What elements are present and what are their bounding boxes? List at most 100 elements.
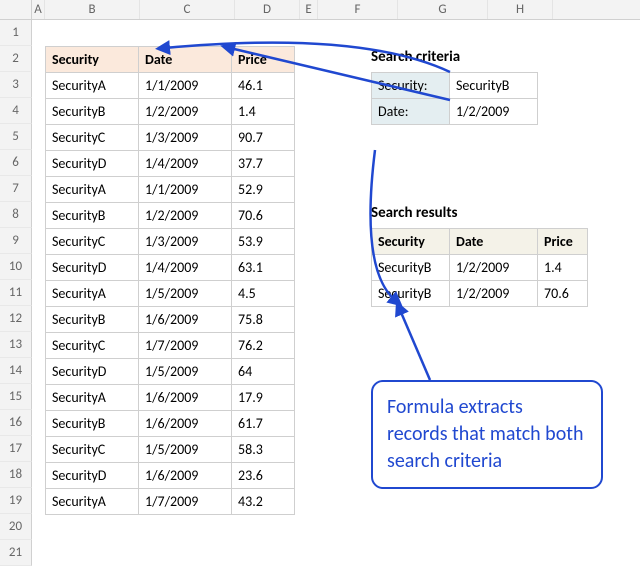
- cell-price[interactable]: 70.6: [232, 203, 295, 229]
- cell-security[interactable]: SecurityA: [46, 73, 139, 99]
- cell-security[interactable]: SecurityC: [46, 333, 139, 359]
- cell-price[interactable]: 37.7: [232, 151, 295, 177]
- cell-security[interactable]: SecurityB: [372, 281, 450, 307]
- cell-price[interactable]: 63.1: [232, 255, 295, 281]
- row-header-12[interactable]: 12: [0, 306, 32, 332]
- results-header-price[interactable]: Price: [538, 229, 588, 255]
- cell-date[interactable]: 1/7/2009: [139, 489, 232, 515]
- table-row: SecurityD1/5/200964: [46, 359, 295, 385]
- row-header-11[interactable]: 11: [0, 280, 32, 306]
- table-row: SecurityB1/6/200961.7: [46, 411, 295, 437]
- cell-security[interactable]: SecurityC: [46, 125, 139, 151]
- row-header-14[interactable]: 14: [0, 358, 32, 384]
- row-header-18[interactable]: 18: [0, 462, 32, 488]
- cell-security[interactable]: SecurityC: [46, 437, 139, 463]
- cell-price[interactable]: 58.3: [232, 437, 295, 463]
- cell-security[interactable]: SecurityA: [46, 281, 139, 307]
- row-header-1[interactable]: 1: [0, 20, 32, 46]
- criteria-security-value[interactable]: SecurityB: [450, 73, 538, 99]
- cell-security[interactable]: SecurityC: [46, 229, 139, 255]
- cell-security[interactable]: SecurityB: [46, 99, 139, 125]
- cell-date[interactable]: 1/5/2009: [139, 437, 232, 463]
- table-row: SecurityD1/4/200937.7: [46, 151, 295, 177]
- row-header-5[interactable]: 5: [0, 124, 32, 150]
- cell-date[interactable]: 1/4/2009: [139, 151, 232, 177]
- cell-date[interactable]: 1/7/2009: [139, 333, 232, 359]
- cell-date[interactable]: 1/6/2009: [139, 463, 232, 489]
- row-header-17[interactable]: 17: [0, 436, 32, 462]
- col-header-H[interactable]: H: [488, 0, 553, 19]
- select-all-corner[interactable]: [0, 0, 32, 19]
- cell-price[interactable]: 64: [232, 359, 295, 385]
- cell-security[interactable]: SecurityD: [46, 255, 139, 281]
- results-header-security[interactable]: Security: [372, 229, 450, 255]
- main-header-security[interactable]: Security: [46, 47, 139, 73]
- cell-date[interactable]: 1/3/2009: [139, 125, 232, 151]
- row-header-15[interactable]: 15: [0, 384, 32, 410]
- cell-price[interactable]: 76.2: [232, 333, 295, 359]
- cell-security[interactable]: SecurityA: [46, 489, 139, 515]
- cell-date[interactable]: 1/2/2009: [139, 99, 232, 125]
- cell-date[interactable]: 1/6/2009: [139, 411, 232, 437]
- row-header-10[interactable]: 10: [0, 254, 32, 280]
- table-row: SecurityA1/1/200946.1: [46, 73, 295, 99]
- cell-price[interactable]: 1.4: [232, 99, 295, 125]
- criteria-date-value[interactable]: 1/2/2009: [450, 99, 538, 125]
- row-header-19[interactable]: 19: [0, 488, 32, 514]
- row-header-16[interactable]: 16: [0, 410, 32, 436]
- row-header-13[interactable]: 13: [0, 332, 32, 358]
- col-header-E[interactable]: E: [300, 0, 318, 19]
- cell-date[interactable]: 1/5/2009: [139, 359, 232, 385]
- cell-date[interactable]: 1/1/2009: [139, 177, 232, 203]
- cell-date[interactable]: 1/1/2009: [139, 73, 232, 99]
- cell-security[interactable]: SecurityB: [46, 203, 139, 229]
- cell-price[interactable]: 70.6: [538, 281, 588, 307]
- cell-date[interactable]: 1/2/2009: [450, 281, 538, 307]
- cell-security[interactable]: SecurityA: [46, 385, 139, 411]
- cell-date[interactable]: 1/4/2009: [139, 255, 232, 281]
- cell-price[interactable]: 53.9: [232, 229, 295, 255]
- cell-price[interactable]: 52.9: [232, 177, 295, 203]
- cell-price[interactable]: 17.9: [232, 385, 295, 411]
- cell-security[interactable]: SecurityB: [372, 255, 450, 281]
- cell-security[interactable]: SecurityA: [46, 177, 139, 203]
- row-header-4[interactable]: 4: [0, 98, 32, 124]
- cell-price[interactable]: 75.8: [232, 307, 295, 333]
- row-header-3[interactable]: 3: [0, 72, 32, 98]
- results-header-date[interactable]: Date: [450, 229, 538, 255]
- row-header-8[interactable]: 8: [0, 202, 32, 228]
- row-header-21[interactable]: 21: [0, 540, 32, 566]
- cell-price[interactable]: 43.2: [232, 489, 295, 515]
- cell-security[interactable]: SecurityD: [46, 151, 139, 177]
- cell-security[interactable]: SecurityB: [46, 411, 139, 437]
- col-header-D[interactable]: D: [235, 0, 300, 19]
- table-row: SecurityA1/7/200943.2: [46, 489, 295, 515]
- col-header-C[interactable]: C: [140, 0, 235, 19]
- row-header-7[interactable]: 7: [0, 176, 32, 202]
- cell-price[interactable]: 90.7: [232, 125, 295, 151]
- col-header-G[interactable]: G: [398, 0, 488, 19]
- row-header-20[interactable]: 20: [0, 514, 32, 540]
- cell-price[interactable]: 46.1: [232, 73, 295, 99]
- cell-date[interactable]: 1/2/2009: [139, 203, 232, 229]
- main-header-price[interactable]: Price: [232, 47, 295, 73]
- main-header-date[interactable]: Date: [139, 47, 232, 73]
- cell-price[interactable]: 61.7: [232, 411, 295, 437]
- col-header-B[interactable]: B: [45, 0, 140, 19]
- col-header-F[interactable]: F: [318, 0, 398, 19]
- cell-date[interactable]: 1/6/2009: [139, 307, 232, 333]
- row-header-6[interactable]: 6: [0, 150, 32, 176]
- cell-date[interactable]: 1/5/2009: [139, 281, 232, 307]
- col-header-A[interactable]: A: [32, 0, 45, 19]
- cell-security[interactable]: SecurityB: [46, 307, 139, 333]
- row-header-9[interactable]: 9: [0, 228, 32, 254]
- cell-price[interactable]: 4.5: [232, 281, 295, 307]
- cell-price[interactable]: 23.6: [232, 463, 295, 489]
- cell-security[interactable]: SecurityD: [46, 463, 139, 489]
- cell-date[interactable]: 1/3/2009: [139, 229, 232, 255]
- cell-date[interactable]: 1/2/2009: [450, 255, 538, 281]
- cell-price[interactable]: 1.4: [538, 255, 588, 281]
- cell-security[interactable]: SecurityD: [46, 359, 139, 385]
- cell-date[interactable]: 1/6/2009: [139, 385, 232, 411]
- row-header-2[interactable]: 2: [0, 46, 32, 72]
